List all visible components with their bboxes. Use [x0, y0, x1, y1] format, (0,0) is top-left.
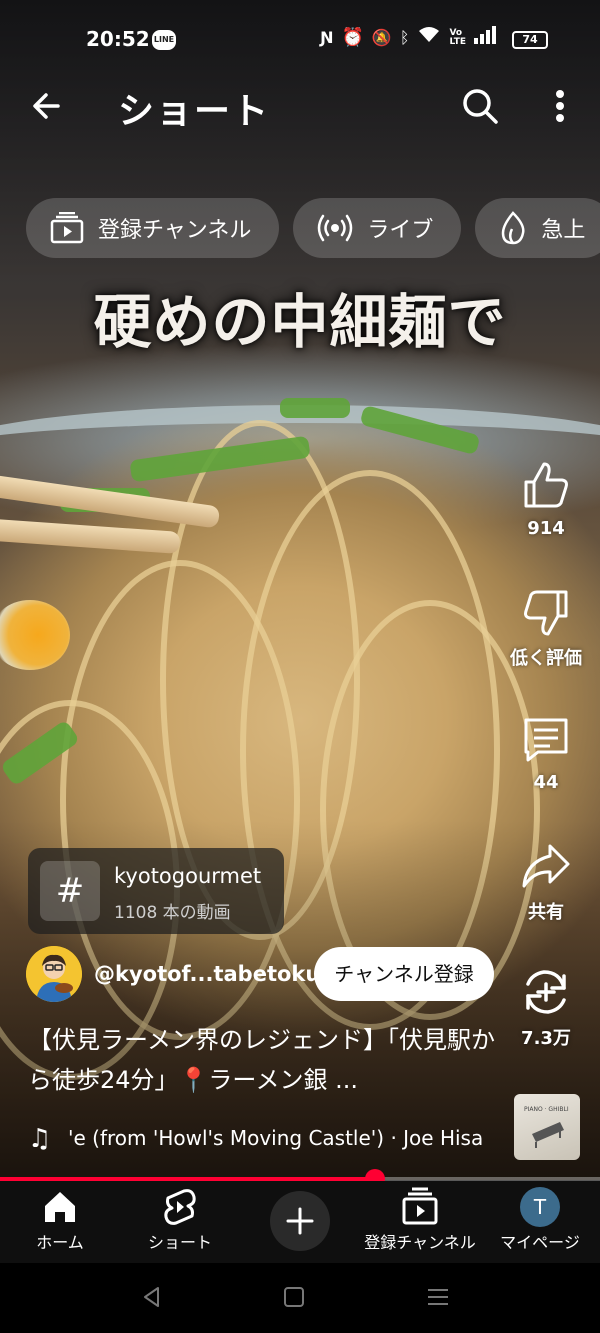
chip-label: 急上	[541, 218, 586, 243]
egg-yolk	[0, 600, 70, 670]
hashtag-card[interactable]: # kyotogourmet 1108 本の動画	[28, 848, 284, 934]
bottom-navigation: ホーム ショート 登録チャンネル T マイページ	[0, 1181, 600, 1263]
like-button[interactable]: 914	[500, 460, 592, 539]
nav-home[interactable]: ホーム	[0, 1187, 120, 1253]
alarm-icon: ⏰	[341, 27, 364, 48]
comments-button[interactable]: 44	[500, 714, 592, 793]
nav-shorts[interactable]: ショート	[120, 1187, 240, 1253]
home-icon	[45, 1192, 75, 1222]
chip-label: 登録チャンネル	[98, 218, 252, 243]
thumbs-up-icon	[524, 462, 568, 508]
create-button[interactable]	[270, 1191, 330, 1251]
system-menu-icon[interactable]	[426, 1285, 450, 1309]
chip-live[interactable]: ライブ	[293, 198, 462, 258]
hashtag-video-count: 1108 本の動画	[114, 903, 231, 923]
nfc-icon: Ɲ	[320, 28, 334, 47]
system-navigation-bar	[0, 1263, 600, 1333]
nav-label: ホーム	[36, 1233, 84, 1252]
nav-label: 登録チャンネル	[364, 1233, 476, 1252]
channel-avatar[interactable]	[26, 946, 82, 1002]
chip-subscriptions[interactable]: 登録チャンネル	[26, 198, 280, 258]
plus-icon	[286, 1207, 314, 1235]
page-title: ショート	[118, 91, 271, 132]
nav-label: マイページ	[500, 1233, 580, 1252]
video-description[interactable]: 【伏見ラーメン界のレジェンド】「伏見駅から徒歩24分」📍ラーメン銀 ...	[28, 1020, 498, 1100]
subscriptions-icon	[402, 1187, 438, 1225]
filter-chips: 登録チャンネル ライブ 急上	[26, 198, 600, 260]
share-icon	[522, 844, 570, 888]
trending-icon	[502, 211, 525, 245]
nav-label: ショート	[147, 1233, 212, 1252]
dislike-label: 低く評価	[510, 648, 582, 669]
status-bar: 20:52 LINE Ɲ ⏰ 🔕 ᛒ Vo LTE 74	[0, 22, 600, 58]
scallion	[280, 398, 350, 418]
battery-indicator: 74	[512, 31, 548, 49]
subscriptions-icon	[50, 212, 84, 244]
share-label: 共有	[528, 902, 564, 923]
thumbs-down-icon	[524, 590, 568, 636]
shorts-header: ショート	[0, 78, 600, 138]
music-row[interactable]: ♫ 'e (from 'Howl's Moving Castle') · Joe…	[28, 1122, 498, 1158]
music-track: 'e (from 'Howl's Moving Castle') · Joe H…	[68, 1126, 484, 1150]
remix-icon	[526, 970, 566, 1014]
user-avatar: T	[520, 1187, 560, 1227]
back-arrow-icon[interactable]	[28, 86, 68, 126]
wifi-icon	[417, 26, 441, 49]
nav-you[interactable]: T マイページ	[480, 1187, 600, 1253]
signal-icon	[474, 26, 498, 49]
channel-handle[interactable]: @kyotof...tabetoku	[94, 962, 320, 986]
dislike-button[interactable]: 低く評価	[500, 586, 592, 670]
system-home-icon[interactable]	[282, 1285, 306, 1309]
chip-label: ライブ	[367, 218, 434, 243]
system-back-icon[interactable]	[140, 1285, 164, 1309]
line-app-icon: LINE	[152, 30, 176, 50]
remix-count: 7.3万	[521, 1028, 571, 1049]
album-art[interactable]: PIANO · GHIBLI	[514, 1094, 580, 1160]
bluetooth-icon: ᛒ	[399, 28, 410, 47]
nav-subscriptions[interactable]: 登録チャンネル	[360, 1187, 480, 1253]
share-button[interactable]: 共有	[500, 840, 592, 924]
more-vertical-icon[interactable]	[546, 86, 574, 126]
subscribe-button[interactable]: チャンネル登録	[314, 947, 494, 1001]
chopstick	[0, 518, 181, 554]
chip-trending[interactable]: 急上	[475, 198, 600, 258]
video-caption: 硬めの中細麺で	[93, 288, 507, 356]
like-count: 914	[527, 518, 565, 539]
comment-icon	[524, 718, 568, 762]
hashtag-icon: #	[40, 861, 100, 921]
remix-button[interactable]: 7.3万	[500, 966, 592, 1050]
comment-count: 44	[533, 772, 559, 793]
live-icon	[318, 214, 353, 242]
mute-icon: 🔕	[371, 28, 392, 47]
volte-icon: Vo LTE	[449, 27, 466, 47]
shorts-icon	[164, 1189, 196, 1225]
search-icon[interactable]	[460, 86, 500, 126]
music-note-icon: ♫	[28, 1124, 52, 1154]
status-time: 20:52	[86, 27, 150, 51]
hashtag-name: kyotogourmet	[114, 864, 262, 888]
